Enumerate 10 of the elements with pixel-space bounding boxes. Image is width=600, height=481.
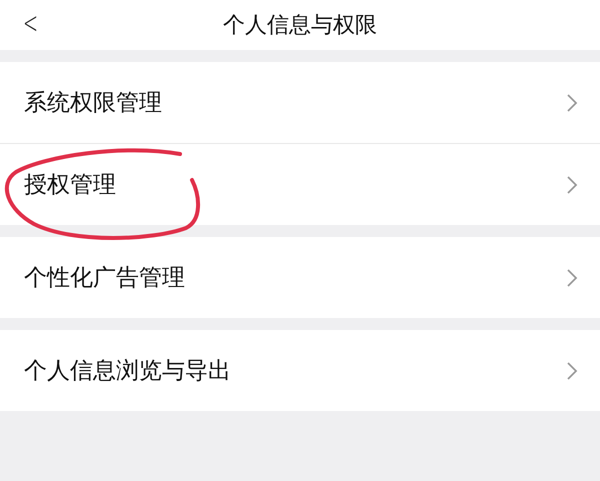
row-label: 系统权限管理	[24, 89, 162, 118]
chevron-icon	[566, 360, 578, 380]
row-label: 授权管理	[24, 171, 116, 200]
row-label: 个性化广告管理	[24, 264, 185, 293]
back-button[interactable]: <	[23, 6, 38, 41]
row-label: 个人信息浏览与导出	[24, 357, 231, 386]
chevron-icon	[566, 92, 578, 112]
chevron-icon	[566, 268, 578, 288]
chevron-icon	[566, 174, 578, 194]
page-title: 个人信息与权限	[223, 12, 377, 40]
